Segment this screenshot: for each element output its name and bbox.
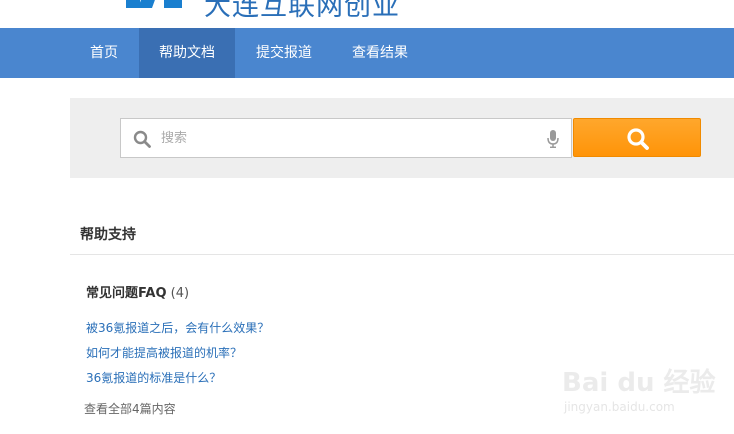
nav-bar: 首页 帮助文档 提交报道 查看结果	[0, 28, 734, 78]
section-title: 帮助支持	[80, 227, 136, 243]
search-icon	[133, 130, 151, 148]
faq-link[interactable]: 如何才能提高被报道的机率？	[86, 344, 242, 361]
nav-item-view-results[interactable]: 查看结果	[336, 28, 424, 78]
logo-icon[interactable]	[126, 0, 184, 8]
nav-item-submit-report[interactable]: 提交报道	[240, 28, 328, 78]
nav-item-help-docs[interactable]: 帮助文档	[139, 28, 235, 78]
watermark-brand: Bai du 经验	[562, 368, 716, 398]
logo-text: 大连互联网创业	[204, 0, 400, 22]
watermark-url: jingyan.baidu.com	[564, 400, 675, 414]
faq-heading: 常见问题FAQ (4)	[86, 282, 189, 301]
search-input[interactable]	[161, 119, 531, 157]
search-panel	[70, 98, 734, 178]
faq-link[interactable]: 被36氪报道之后，会有什么效果？	[86, 319, 269, 336]
divider	[70, 254, 734, 255]
header: 大连互联网创业	[0, 0, 734, 28]
search-icon	[627, 128, 649, 150]
search-box	[120, 118, 572, 158]
faq-title: 常见问题FAQ	[86, 286, 167, 301]
view-all-link[interactable]: 查看全部4篇内容	[84, 400, 176, 417]
nav-item-home[interactable]: 首页	[74, 28, 134, 78]
faq-count: (4)	[170, 286, 190, 301]
search-button[interactable]	[573, 118, 701, 157]
microphone-icon[interactable]	[547, 130, 559, 148]
faq-link[interactable]: 36氪报道的标准是什么？	[86, 369, 221, 386]
watermark: Bai du 经验 jingyan.baidu.com	[562, 352, 716, 420]
